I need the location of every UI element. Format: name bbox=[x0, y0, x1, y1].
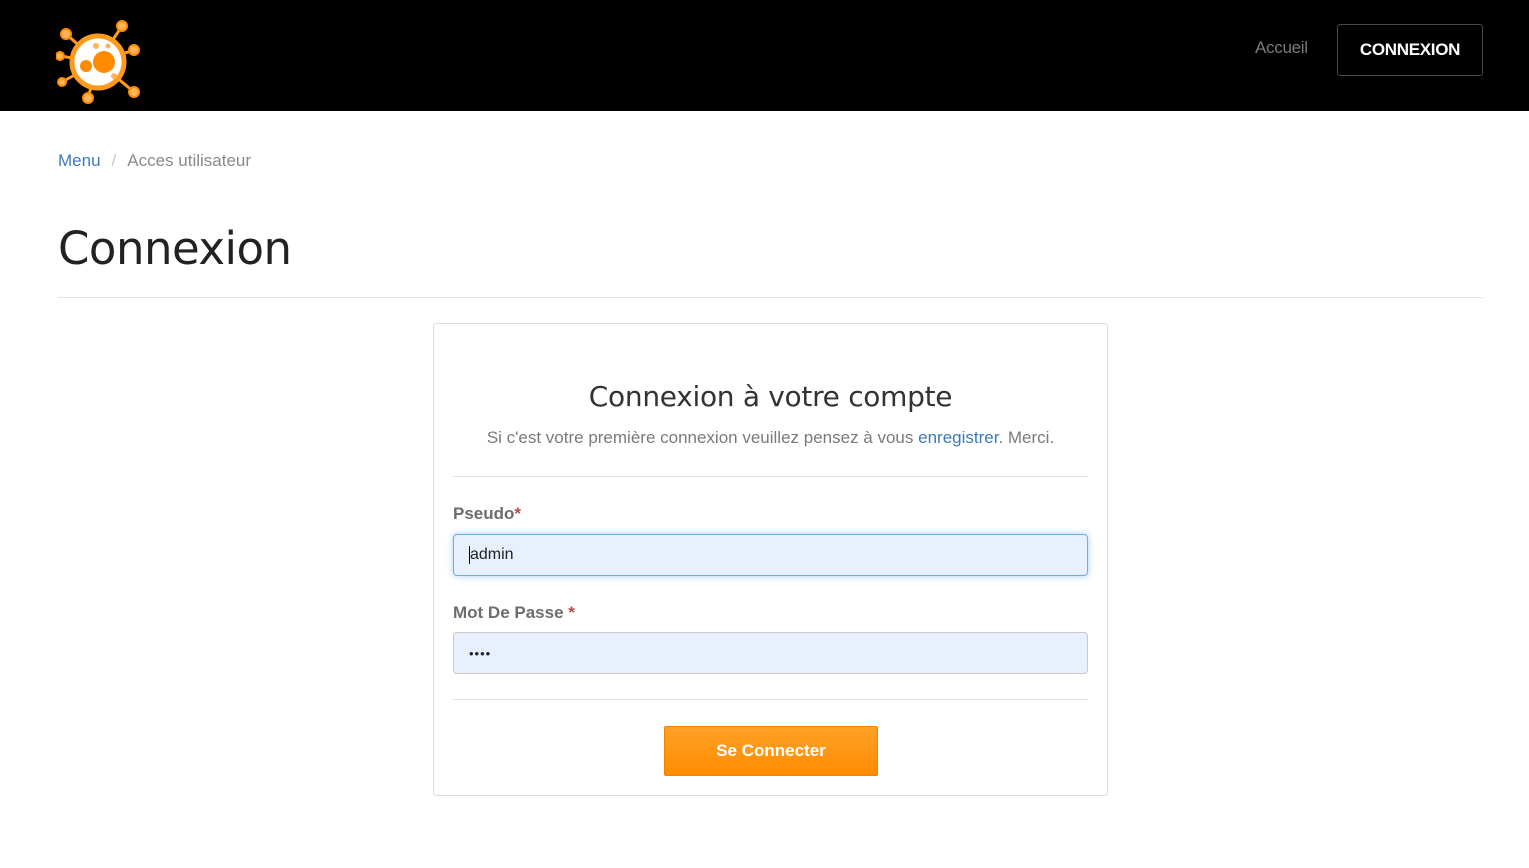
password-label: Mot De Passe * bbox=[453, 603, 575, 623]
card-divider-bottom bbox=[453, 699, 1088, 700]
login-card: Connexion à votre compte Si c'est votre … bbox=[433, 323, 1108, 796]
password-label-text: Mot De Passe bbox=[453, 603, 569, 622]
se-connecter-button[interactable]: Se Connecter bbox=[664, 726, 878, 776]
login-card-subtitle: Si c'est votre première connexion veuill… bbox=[434, 428, 1107, 448]
subtitle-text: Si c'est votre première connexion veuill… bbox=[486, 428, 919, 447]
login-card-title: Connexion à votre compte bbox=[588, 380, 953, 413]
username-label-text: Pseudo bbox=[453, 504, 515, 523]
card-divider-top bbox=[453, 476, 1088, 477]
nav-link-accueil[interactable]: Accueil bbox=[1255, 38, 1308, 58]
breadcrumb-separator: / bbox=[111, 151, 117, 170]
virus-logo-icon[interactable] bbox=[55, 20, 140, 104]
breadcrumb: Menu / Acces utilisateur bbox=[58, 151, 251, 171]
title-divider bbox=[58, 297, 1483, 298]
required-marker: * bbox=[514, 504, 522, 523]
nav-connexion-button[interactable]: CONNEXION bbox=[1337, 24, 1483, 76]
breadcrumb-menu-link[interactable]: Menu bbox=[58, 151, 101, 171]
password-value: •••• bbox=[469, 645, 492, 661]
username-input[interactable]: admin bbox=[453, 534, 1088, 576]
username-label: Pseudo* bbox=[453, 504, 521, 524]
register-link[interactable]: enregistrer bbox=[918, 428, 998, 447]
password-input[interactable]: •••• bbox=[453, 632, 1088, 674]
subtitle-suffix: . Merci. bbox=[998, 428, 1055, 447]
breadcrumb-current: Acces utilisateur bbox=[127, 151, 252, 170]
username-value: admin bbox=[470, 546, 514, 563]
page-title: Connexion bbox=[58, 222, 292, 275]
required-marker: * bbox=[568, 603, 575, 622]
top-navbar: Accueil CONNEXION bbox=[0, 0, 1529, 111]
